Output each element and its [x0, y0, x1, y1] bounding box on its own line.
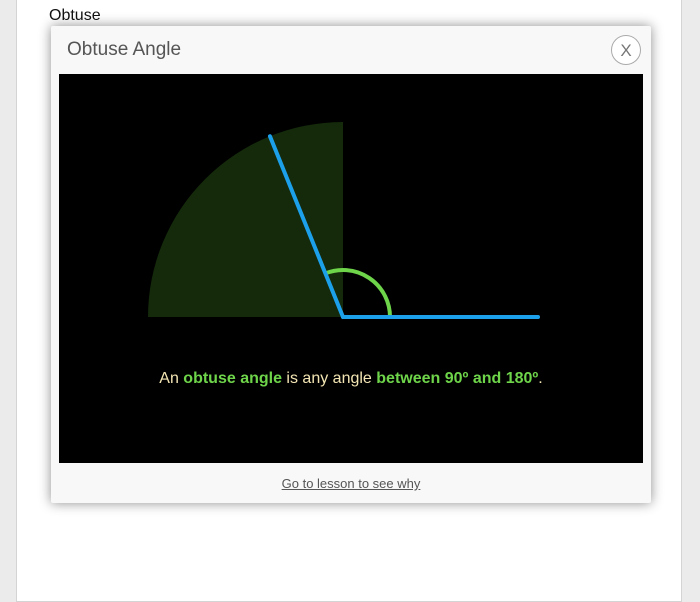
caption-text: An	[159, 370, 184, 387]
angle-definition-caption: An obtuse angle is any angle between 90º…	[59, 370, 643, 388]
angle-diagram	[148, 122, 540, 319]
caption-term: obtuse angle	[183, 370, 282, 387]
obtuse-angle-modal: Obtuse Angle X An obtuse angle is any an…	[51, 26, 651, 503]
caption-text: is any angle	[281, 370, 377, 387]
modal-title: Obtuse Angle	[67, 39, 182, 60]
caption-range: between 90º and 180º	[376, 370, 539, 387]
caption-text: .	[538, 370, 543, 387]
angle-illustration: An obtuse angle is any angle between 90º…	[59, 74, 643, 463]
list-item[interactable]: Obtuse	[49, 4, 101, 28]
close-button[interactable]: X	[611, 35, 641, 65]
angle-sector-shading	[148, 122, 343, 317]
go-to-lesson-link[interactable]: Go to lesson to see why	[51, 476, 651, 491]
